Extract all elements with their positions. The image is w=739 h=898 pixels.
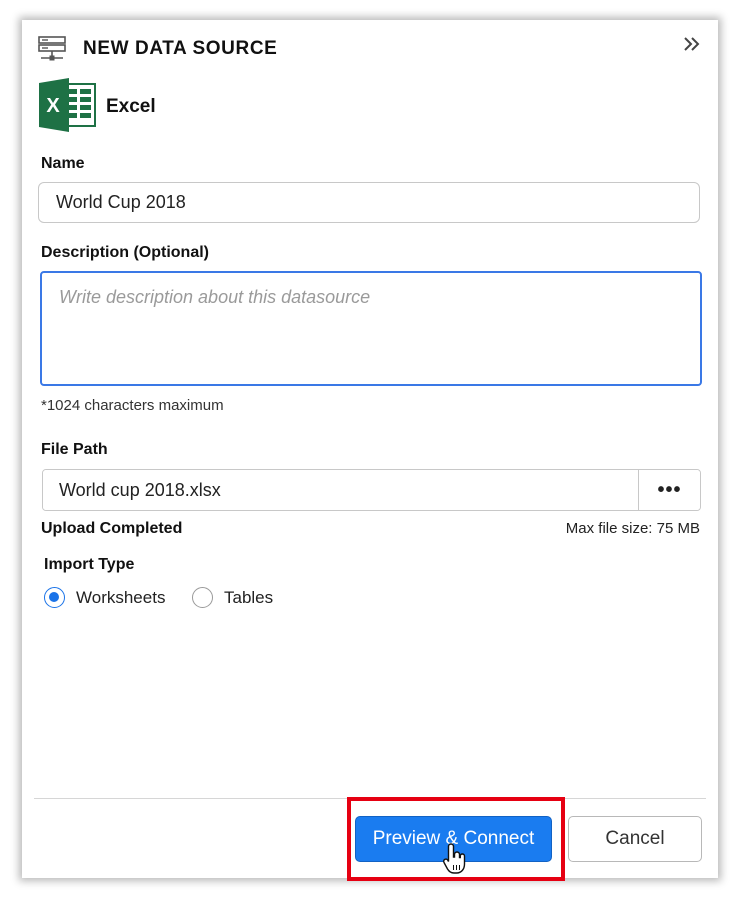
radio-tables[interactable]: Tables — [192, 587, 273, 608]
double-chevron-right-icon[interactable] — [682, 34, 702, 54]
panel-title: NEW DATA SOURCE — [83, 38, 278, 59]
max-file-size: Max file size: 75 MB — [565, 520, 700, 537]
data-source-server-icon — [38, 36, 66, 61]
name-label: Name — [41, 155, 85, 172]
panel-header: NEW DATA SOURCE — [22, 20, 718, 76]
excel-icon: X — [39, 78, 96, 132]
char-limit-hint: *1024 characters maximum — [41, 397, 224, 414]
import-type-label: Import Type — [44, 556, 135, 573]
radio-worksheets[interactable]: Worksheets — [44, 587, 165, 608]
file-path-group: ••• — [42, 469, 701, 511]
radio-tables-label: Tables — [224, 587, 274, 607]
description-label: Description (Optional) — [41, 244, 209, 261]
cancel-button[interactable]: Cancel — [568, 816, 702, 862]
source-type-label: Excel — [106, 96, 156, 117]
upload-status: Upload Completed — [41, 520, 183, 537]
radio-tables-circle[interactable] — [192, 587, 213, 608]
file-path-input[interactable] — [43, 470, 638, 510]
svg-text:X: X — [46, 95, 60, 117]
description-textarea[interactable] — [40, 271, 702, 386]
radio-worksheets-circle[interactable] — [44, 587, 65, 608]
preview-connect-button[interactable]: Preview & Connect — [355, 816, 552, 862]
file-path-label: File Path — [41, 441, 108, 458]
name-input[interactable] — [38, 182, 700, 223]
browse-file-button[interactable]: ••• — [638, 470, 700, 510]
radio-worksheets-label: Worksheets — [76, 587, 166, 607]
new-data-source-panel: NEW DATA SOURCE X Excel Name Description… — [22, 20, 718, 881]
